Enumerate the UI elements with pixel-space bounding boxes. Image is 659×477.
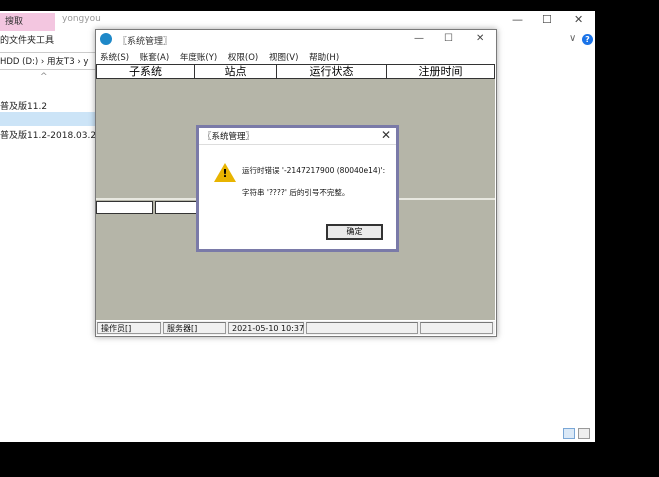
status-server: 服务器[] (163, 322, 226, 334)
menu-bar: 系统(S) 账套(A) 年度账(Y) 权限(O) 视图(V) 帮助(H) (100, 51, 347, 63)
file-item[interactable]: 普及版11.2 (0, 99, 47, 112)
ribbon-subtitle: 的文件夹工具 (0, 36, 55, 46)
ok-button[interactable]: 确定 (326, 224, 383, 240)
address-bar[interactable]: HDD (D:) › 用友T3 › y (0, 52, 110, 70)
column-header-register-time[interactable]: 注册时间 (387, 65, 494, 78)
menu-view[interactable]: 视图(V) (269, 53, 298, 63)
app-minimize-button[interactable]: — (414, 33, 424, 44)
app-icon (100, 33, 112, 45)
explorer-close-button[interactable]: ✕ (574, 13, 583, 26)
menu-fiscal-year[interactable]: 年度账(Y) (180, 53, 217, 63)
details-view-icon[interactable] (563, 428, 575, 439)
status-operator: 操作员[] (97, 322, 161, 334)
dialog-close-button[interactable]: ✕ (381, 128, 391, 142)
status-panel (420, 322, 493, 334)
grid-cell[interactable] (155, 201, 197, 214)
status-datetime: 2021-05-10 10:37 (228, 322, 304, 334)
ribbon-tab[interactable]: 搜取 (0, 13, 55, 31)
app-maximize-button[interactable]: ☐ (444, 33, 453, 44)
status-panel (306, 322, 418, 334)
app-title: 〖系统管理〗 (118, 37, 173, 47)
explorer-minimize-button[interactable]: — (512, 13, 523, 26)
help-icon[interactable]: ? (582, 34, 593, 45)
sort-arrow-icon[interactable]: ^ (40, 72, 48, 82)
explorer-folder-title: yongyou (62, 14, 101, 24)
menu-account-set[interactable]: 账套(A) (140, 53, 169, 63)
column-header-site[interactable]: 站点 (195, 65, 277, 78)
dialog-divider (199, 144, 396, 145)
tiles-view-icon[interactable] (578, 428, 590, 439)
warning-icon-mark: ! (222, 167, 228, 180)
error-message-line1: 运行时错误 '-2147217900 (80040e14)': (242, 166, 386, 175)
menu-permission[interactable]: 权限(O) (228, 53, 258, 63)
menu-system[interactable]: 系统(S) (100, 53, 129, 63)
column-header-run-status[interactable]: 运行状态 (277, 65, 387, 78)
explorer-maximize-button[interactable]: ☐ (542, 13, 552, 26)
menu-help[interactable]: 帮助(H) (309, 53, 339, 63)
app-close-button[interactable]: ✕ (476, 33, 484, 44)
grid-cell[interactable] (96, 201, 153, 214)
file-item[interactable]: 普及版11.2-2018.03.20 (0, 128, 102, 141)
chevron-down-icon[interactable]: ∨ (569, 33, 576, 44)
column-header-subsystem[interactable]: 子系统 (97, 65, 195, 78)
error-message-line2: 字符串 '????' 后的引号不完整。 (242, 188, 350, 197)
dialog-title: 〖系统管理〗 (203, 132, 255, 142)
selected-file-highlight[interactable] (0, 112, 96, 126)
grid-header: 子系统 站点 运行状态 注册时间 (96, 64, 495, 79)
status-bar: 操作员[] 服务器[] 2021-05-10 10:37 (96, 321, 495, 335)
